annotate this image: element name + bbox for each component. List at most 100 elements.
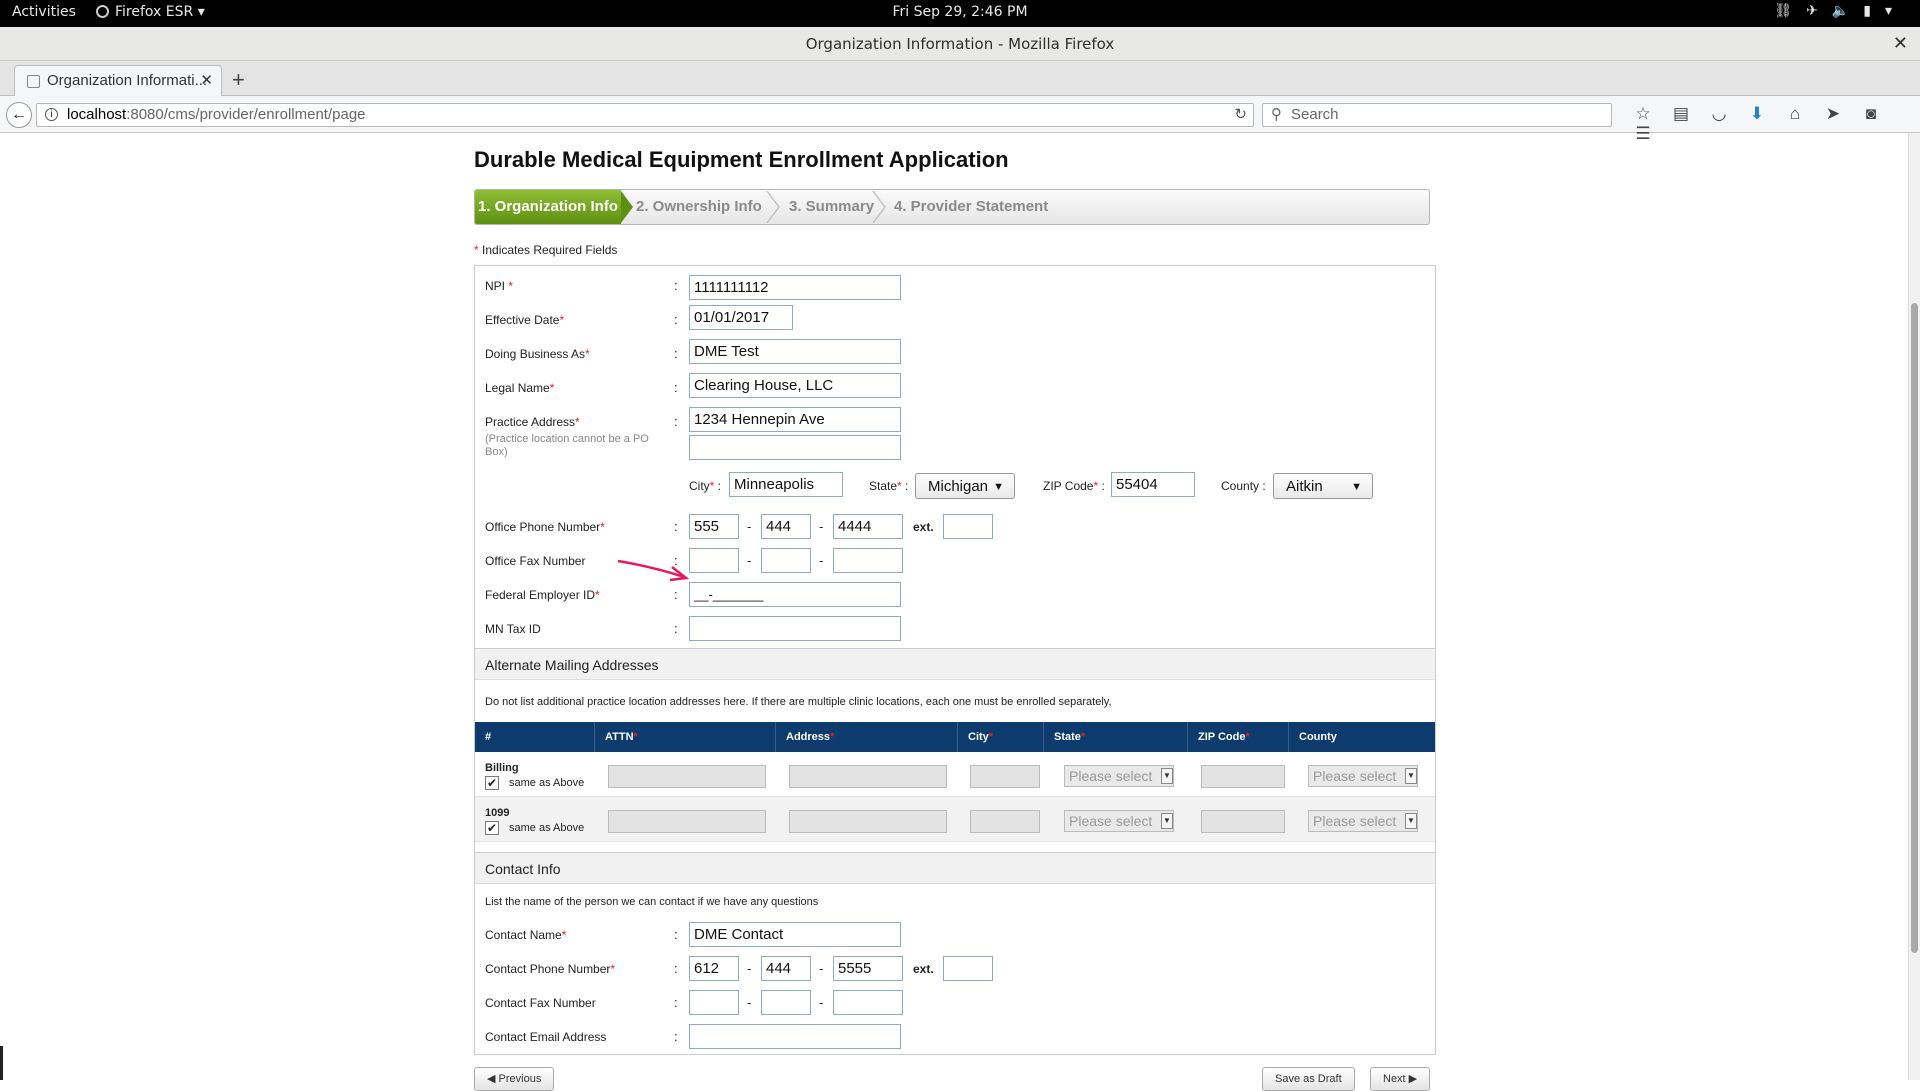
hamburger-menu-icon[interactable]: ☰ [1624,124,1662,144]
office-fax-area-input[interactable] [689,548,739,573]
office-fax-line-input[interactable] [833,548,903,573]
contact-phone-line-input[interactable]: 5555 [833,956,903,981]
billing-county-select[interactable]: Please select ▼ [1308,765,1418,787]
col-state: State* [1044,722,1188,752]
mn-tax-input[interactable] [689,616,901,641]
step-provider-statement[interactable]: 4. Provider Statement [894,190,1048,224]
step-ownership-info[interactable]: 2. Ownership Info [636,190,762,224]
tab-strip: Organization Informati... ✕ + [0,61,1920,96]
col-zip: ZIP Code* [1188,722,1289,752]
reload-icon[interactable]: ↻ [1234,104,1247,126]
contact-fax-area-input[interactable] [689,990,739,1015]
pocket-icon[interactable]: ◡ [1700,104,1738,124]
practice-address-label: Practice Address* [485,415,580,429]
form1099-state-select[interactable]: Please select ▼ [1064,810,1174,832]
county-select[interactable]: Aitkin ▼ [1273,473,1373,499]
fein-row: Federal Employer ID* : __-_______ [475,580,1435,614]
bookmark-star-icon[interactable]: ☆ [1624,104,1662,124]
billing-state-select[interactable]: Please select ▼ [1064,765,1174,787]
billing-attn-input[interactable] [608,765,766,788]
form1099-attn-input[interactable] [608,810,766,833]
network-icon: ⛓ [1774,3,1807,19]
contact-phone-ext-input[interactable] [943,956,993,981]
search-placeholder: Search [1291,106,1339,123]
window-edge [0,1046,3,1080]
fein-label: Federal Employer ID* [485,588,600,602]
home-icon[interactable]: ⌂ [1776,104,1814,124]
office-phone-ext-input[interactable] [943,514,993,539]
navigation-toolbar: ← i localhost:8080/cms/provider/enrollme… [0,96,1920,143]
contact-fax-line-input[interactable] [833,990,903,1015]
practice-address-line2-input[interactable] [689,435,901,460]
chevron-down-icon: ▼ [1405,813,1417,829]
billing-address-input[interactable] [789,765,947,788]
billing-zip-input[interactable] [1201,765,1285,788]
contact-email-label: Contact Email Address [485,1030,607,1044]
npi-input[interactable]: 1111111112 [689,275,901,300]
form1099-row-label: 1099 [485,807,510,819]
table-header: # ATTN* Address* City* State* ZIP Code* … [475,722,1435,752]
reading-list-icon[interactable]: ▤ [1662,104,1700,124]
form1099-address-input[interactable] [789,810,947,833]
practice-address-line1-input[interactable]: 1234 Hennepin Ave [689,407,901,432]
office-fax-prefix-input[interactable] [761,548,811,573]
back-arrow-icon[interactable]: ← [6,102,32,128]
page-scrollbar[interactable] [1908,133,1920,1080]
new-tab-icon[interactable]: + [232,67,245,93]
office-phone-prefix-input[interactable]: 444 [761,514,811,539]
previous-button[interactable]: ◀ Previous [474,1067,555,1091]
legal-name-input[interactable]: Clearing House, LLC [689,373,901,398]
office-phone-line-input[interactable]: 4444 [833,514,903,539]
zip-label: ZIP Code* : [1043,479,1105,493]
form1099-zip-input[interactable] [1201,810,1285,833]
url-bar[interactable]: i localhost:8080/cms/provider/enrollment… [36,103,1254,127]
contact-phone-area-input[interactable]: 612 [689,956,739,981]
state-select[interactable]: Michigan ▼ [915,473,1015,499]
billing-city-input[interactable] [970,765,1040,788]
table-row: Billing ✔ same as Above Please select ▼ P… [475,752,1435,797]
contact-name-input[interactable]: DME Contact [689,922,901,947]
volume-icon: 🔈 [1831,3,1864,19]
system-tray[interactable]: ⛓✈🔈▮▾ [1774,3,1906,19]
effective-date-label: Effective Date* [485,313,565,327]
mn-tax-row: MN Tax ID : [475,614,1435,648]
col-number: # [475,722,595,752]
step-organization-info[interactable]: 1. Organization Info [475,190,621,224]
effective-date-input[interactable]: 01/01/2017 [689,305,793,330]
toolbar-icons: ☆ ▤ ◡ ⬇ ⌂ ➤ ◙ ☰ [1624,104,1920,144]
form1099-same-checkbox[interactable]: ✔ [485,821,499,835]
window-titlebar: Organization Information - Mozilla Firef… [0,27,1920,61]
dba-input[interactable]: DME Test [689,339,901,364]
next-button[interactable]: Next ▶ [1370,1067,1431,1091]
contact-email-input[interactable] [689,1024,901,1049]
contact-phone-prefix-input[interactable]: 444 [761,956,811,981]
contact-fax-prefix-input[interactable] [761,990,811,1015]
send-icon[interactable]: ➤ [1814,104,1852,124]
zip-input[interactable]: 55404 [1111,472,1195,497]
tab-organization-information[interactable]: Organization Informati... ✕ [14,65,222,96]
annotation-arrow-icon [617,559,690,582]
contact-name-label: Contact Name* [485,928,567,942]
form1099-county-select[interactable]: Please select ▼ [1308,810,1418,832]
billing-same-checkbox[interactable]: ✔ [485,776,499,790]
activities-button[interactable]: Activities [12,4,76,20]
contact-phone-row: Contact Phone Number* : 612 - 444 - 5555… [475,954,1435,988]
save-draft-button[interactable]: Save as Draft [1262,1067,1355,1091]
billing-row-label: Billing [485,762,519,774]
step-summary[interactable]: 3. Summary [789,190,874,224]
office-phone-area-input[interactable]: 555 [689,514,739,539]
close-icon[interactable]: ✕ [1893,27,1908,61]
clock[interactable]: Fri Sep 29, 2:46 PM [0,4,1920,20]
fein-input[interactable]: __-_______ [689,582,901,607]
site-info-icon[interactable]: i [45,108,58,121]
chevron-down-icon: ▾ [1884,3,1906,19]
downloads-icon[interactable]: ⬇ [1738,104,1776,124]
app-menu[interactable]: Firefox ESR ▾ [96,4,205,20]
search-input[interactable]: ⚲ Search [1262,103,1612,127]
close-tab-icon[interactable]: ✕ [200,66,213,96]
screenshot-icon[interactable]: ◙ [1852,104,1890,124]
scrollbar-thumb[interactable] [1911,303,1918,953]
form1099-city-input[interactable] [970,810,1040,833]
city-input[interactable]: Minneapolis [729,472,843,497]
city-state-zip-row: City* : Minneapolis State* : Michigan ▼ Z… [475,472,1435,506]
